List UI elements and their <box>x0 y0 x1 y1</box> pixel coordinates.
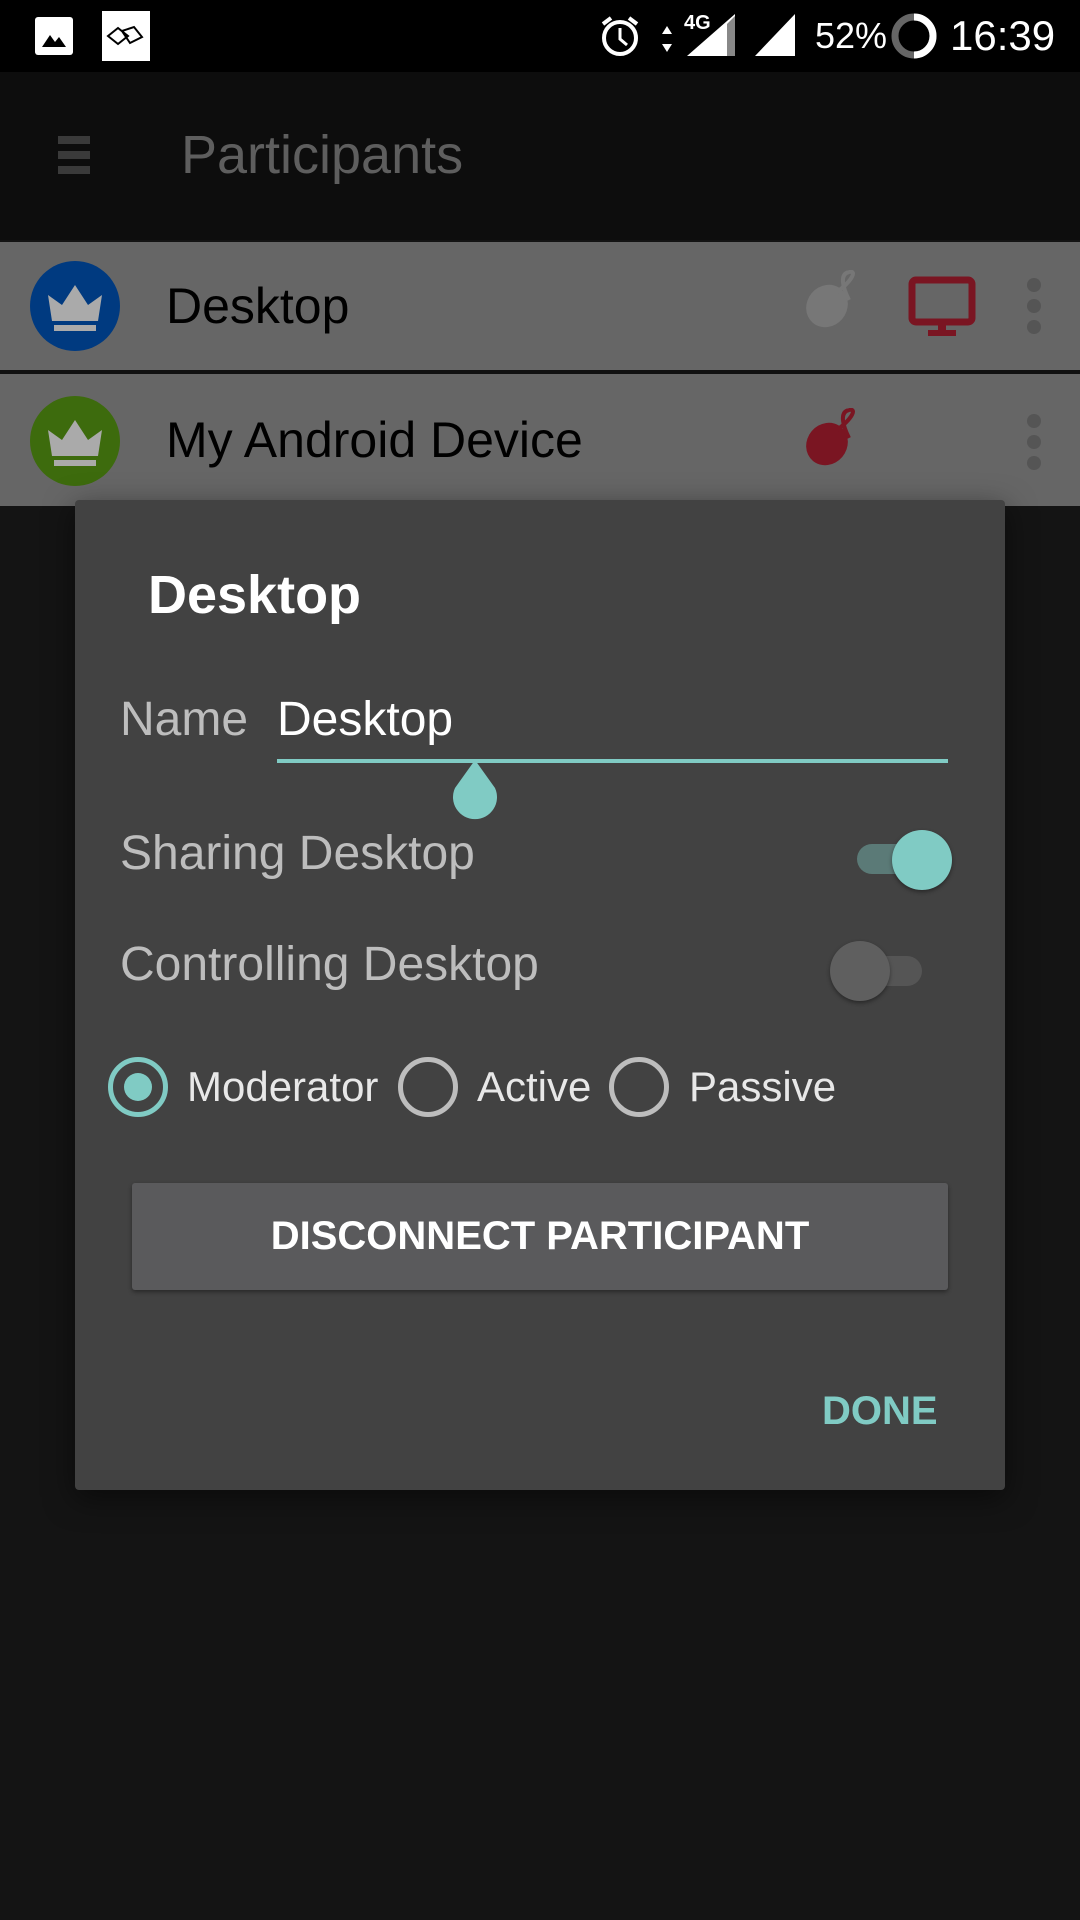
controlling-desktop-label: Controlling Desktop <box>120 938 539 991</box>
crown-avatar-icon <box>30 261 120 351</box>
monitor-icon[interactable] <box>908 276 978 336</box>
alarm-icon <box>601 16 639 56</box>
role-label: Passive <box>689 1063 837 1110</box>
dialog-title: Desktop <box>148 565 362 625</box>
app-bar: Participants <box>0 72 1080 240</box>
sharing-desktop-switch[interactable] <box>855 830 952 890</box>
participant-dialog: Desktop Name Desktop Sharing Desktop Con… <box>75 500 1005 1490</box>
sharing-desktop-label: Sharing Desktop <box>120 827 475 880</box>
disconnect-label: DISCONNECT PARTICIPANT <box>270 1214 810 1258</box>
role-label: Moderator <box>187 1063 379 1110</box>
role-radio-active[interactable] <box>398 1057 458 1117</box>
overflow-menu-icon[interactable] <box>1027 278 1043 341</box>
signal-icon <box>687 14 795 56</box>
participant-row[interactable]: Desktop <box>0 242 1080 370</box>
battery-icon <box>891 13 937 59</box>
battery-percent: 52% <box>815 15 888 56</box>
text-cursor-handle[interactable] <box>443 758 507 828</box>
participant-row[interactable]: My Android Device <box>0 374 1080 506</box>
role-radio-moderator[interactable] <box>108 1057 168 1117</box>
name-label: Name <box>120 693 249 746</box>
cast-icon <box>102 11 150 61</box>
crown-avatar-icon <box>30 396 120 486</box>
name-input-underline <box>277 759 948 763</box>
participant-name: Desktop <box>166 278 350 334</box>
controlling-desktop-switch[interactable] <box>830 941 930 1001</box>
disconnect-participant-button[interactable]: DISCONNECT PARTICIPANT <box>132 1183 948 1290</box>
data-arrows-icon <box>662 26 672 52</box>
role-label: Active <box>477 1063 592 1110</box>
status-bar: 4G 52% 16:39 <box>0 0 1080 72</box>
mouse-icon[interactable] <box>805 408 877 468</box>
hamburger-icon[interactable] <box>58 136 90 174</box>
role-radio-passive[interactable] <box>609 1057 669 1117</box>
gallery-icon <box>35 17 73 55</box>
name-input[interactable]: Desktop <box>277 692 453 747</box>
done-button[interactable]: DONE <box>818 1385 942 1438</box>
page-title: Participants <box>181 125 464 185</box>
participant-name: My Android Device <box>166 412 583 468</box>
mouse-icon[interactable] <box>805 270 877 330</box>
clock: 16:39 <box>950 12 1056 59</box>
overflow-menu-icon[interactable] <box>1027 414 1043 477</box>
